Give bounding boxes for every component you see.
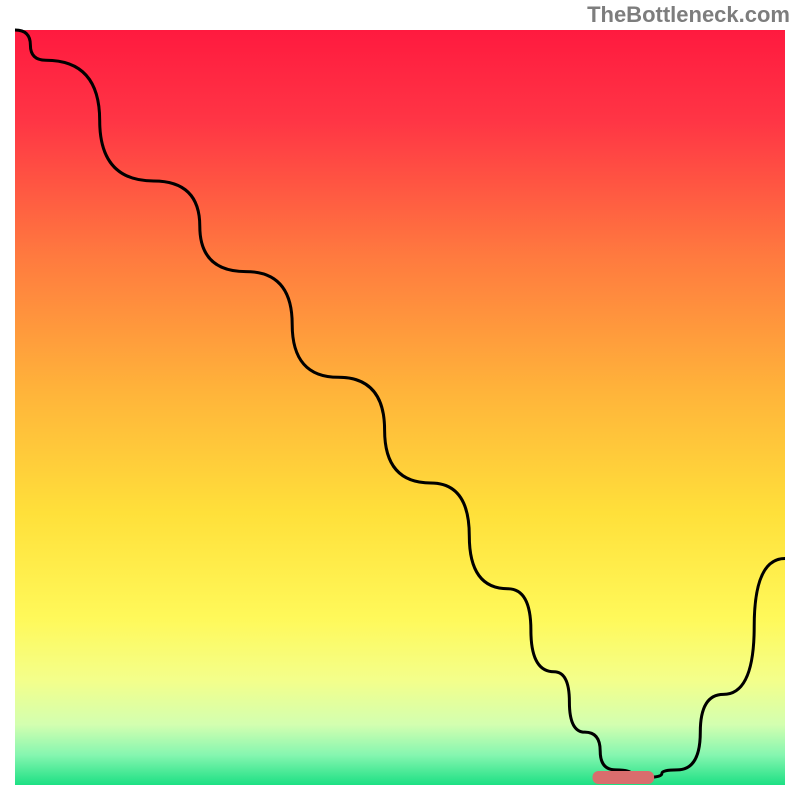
chart-plot [0,0,800,800]
gradient-background [15,30,785,785]
chart-container: TheBottleneck.com [0,0,800,800]
watermark-label: TheBottleneck.com [587,2,790,28]
optimal-range-marker [593,771,655,784]
